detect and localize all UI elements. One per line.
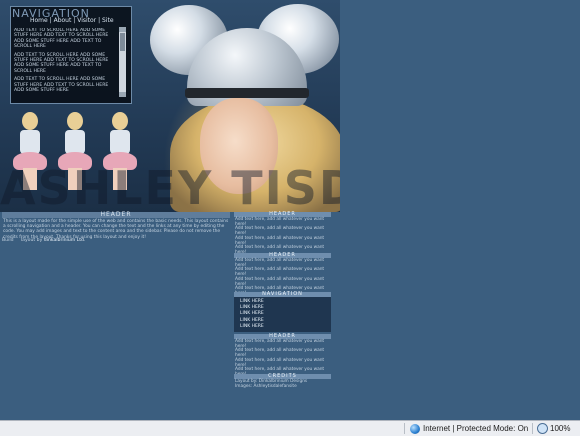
scroll-up-arrow-icon[interactable]	[119, 27, 126, 32]
scroll-down-arrow-icon[interactable]	[119, 92, 126, 97]
layout-header: ASHLEY TISDALE NAVIGATION Home | About |…	[0, 0, 340, 212]
scroll-paragraph: ADD TEXT TO SCROLL HERE ADD SOME STUFF H…	[14, 52, 109, 74]
main-text: This is a layout made for the simple use…	[3, 219, 229, 240]
main-header: HEADER	[2, 212, 230, 218]
scroll-text-area[interactable]: ADD TEXT TO SCROLL HERE ADD SOME STUFF H…	[14, 28, 117, 93]
scroll-paragraph: ADD TEXT TO SCROLL HERE ADD SOME STUFF H…	[14, 77, 109, 93]
nav-link-site[interactable]: Site	[102, 17, 114, 24]
hat-band	[185, 88, 309, 98]
nav-link-home[interactable]: Home	[30, 17, 48, 24]
credit-author-link[interactable]: dinkalbrinium Ltd.	[44, 238, 86, 243]
nav-link-about[interactable]: About	[54, 17, 72, 24]
sidebar-block-3: HEADER Add text here, add all whatever y…	[234, 334, 331, 378]
top-nav-links: Home | About | Visitor | Site	[30, 17, 114, 24]
zoom-level: 100%	[550, 424, 571, 433]
scroll-thumb[interactable]	[120, 33, 125, 51]
header-name-text: ASHLEY TISDALE	[0, 164, 340, 212]
scroll-paragraph: ADD TEXT TO SCROLL HERE ADD SOME STUFF H…	[14, 28, 109, 50]
page-scrollbar[interactable]	[573, 0, 580, 420]
credit-link[interactable]	[15, 238, 19, 243]
zone-text: Internet | Protected Mode: On	[423, 424, 529, 433]
internet-globe-icon	[410, 423, 420, 434]
sidebar-credits: CREDITS Layout by: Dinkalbrinium Designs…	[234, 374, 331, 389]
credits-line: Images: Ashleytisdalefansite	[235, 383, 297, 389]
browser-status-bar: Internet | Protected Mode: On 100%	[0, 420, 580, 436]
security-zone[interactable]: Internet | Protected Mode: On	[410, 423, 528, 434]
sidebar-block-1: HEADER Add text here, add all whatever y…	[234, 212, 331, 256]
sidebar-navigation: NAVIGATION LINK HERE LINK HERE LINK HERE…	[234, 292, 331, 333]
scroll-area-scrollbar[interactable]	[119, 27, 126, 97]
sidebar-link[interactable]: LINK HERE	[240, 324, 331, 330]
nav-link-visitor[interactable]: Visitor	[77, 17, 96, 24]
main-credit: Build layout by dinkalbrinium Ltd.	[2, 238, 86, 243]
zoom-icon	[537, 423, 548, 434]
zoom-control[interactable]: 100%	[537, 423, 570, 434]
